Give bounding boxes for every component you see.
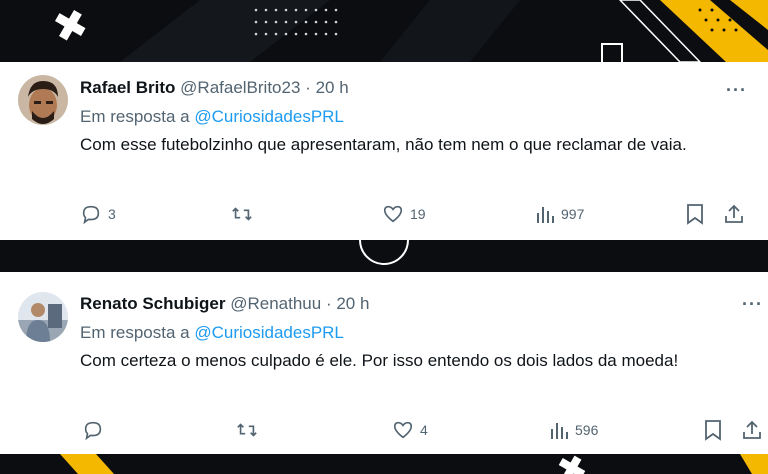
views-button[interactable]: 596 bbox=[549, 419, 598, 441]
bookmark-icon bbox=[687, 204, 703, 225]
tweet-card[interactable]: Renato Schubiger @Renathuu · 20 h ··· Em… bbox=[0, 272, 768, 454]
share-icon bbox=[743, 420, 761, 439]
more-options-icon[interactable]: ··· bbox=[742, 294, 763, 315]
like-count: 4 bbox=[420, 422, 428, 438]
reply-count: 3 bbox=[108, 206, 116, 222]
views-icon bbox=[551, 423, 568, 439]
separator: · bbox=[325, 294, 332, 313]
bookmark-icon bbox=[705, 420, 721, 441]
views-icon bbox=[537, 207, 554, 223]
author-name[interactable]: Rafael Brito bbox=[80, 78, 175, 97]
reply-button[interactable]: 3 bbox=[80, 203, 116, 225]
separator: · bbox=[305, 78, 311, 97]
more-options-icon[interactable]: ··· bbox=[726, 80, 747, 101]
share-button[interactable] bbox=[724, 203, 744, 225]
retweet-icon bbox=[237, 423, 257, 437]
tweet-card[interactable]: Rafael Brito @RafaelBrito23 · 20 h ··· E… bbox=[0, 62, 768, 240]
tweet-text: Com certeza o menos culpado é ele. Por i… bbox=[80, 351, 679, 370]
timestamp[interactable]: 20 h bbox=[316, 78, 349, 97]
retweet-button[interactable] bbox=[230, 203, 260, 225]
bookmark-button[interactable] bbox=[686, 203, 704, 225]
tweet-text: Com esse futebolzinho que apresentaram, … bbox=[80, 135, 687, 154]
reply-button[interactable] bbox=[82, 419, 110, 441]
views-count: 997 bbox=[561, 206, 585, 222]
views-button[interactable]: 997 bbox=[535, 203, 584, 225]
reply-icon bbox=[82, 205, 100, 225]
reply-to-handle-link[interactable]: @CuriosidadesPRL bbox=[194, 323, 344, 342]
reply-icon bbox=[84, 421, 102, 441]
author-name[interactable]: Renato Schubiger bbox=[80, 294, 225, 313]
reply-prefix: Em resposta a bbox=[80, 107, 190, 126]
share-icon bbox=[725, 204, 743, 223]
retweet-button[interactable] bbox=[235, 419, 265, 441]
author-handle[interactable]: @Renathuu bbox=[230, 294, 321, 313]
like-count: 19 bbox=[410, 206, 426, 222]
avatar[interactable] bbox=[18, 75, 68, 125]
share-button[interactable] bbox=[742, 419, 762, 441]
like-icon bbox=[393, 421, 413, 439]
reply-prefix: Em resposta a bbox=[80, 323, 190, 342]
reply-to-handle-link[interactable]: @CuriosidadesPRL bbox=[194, 107, 344, 126]
bookmark-button[interactable] bbox=[704, 419, 722, 441]
like-button[interactable]: 19 bbox=[382, 203, 426, 225]
like-button[interactable]: 4 bbox=[392, 419, 428, 441]
views-count: 596 bbox=[575, 422, 599, 438]
avatar[interactable] bbox=[18, 292, 68, 342]
timestamp[interactable]: 20 h bbox=[336, 294, 369, 313]
author-handle[interactable]: @RafaelBrito23 bbox=[180, 78, 300, 97]
retweet-icon bbox=[232, 207, 252, 221]
like-icon bbox=[383, 205, 403, 223]
